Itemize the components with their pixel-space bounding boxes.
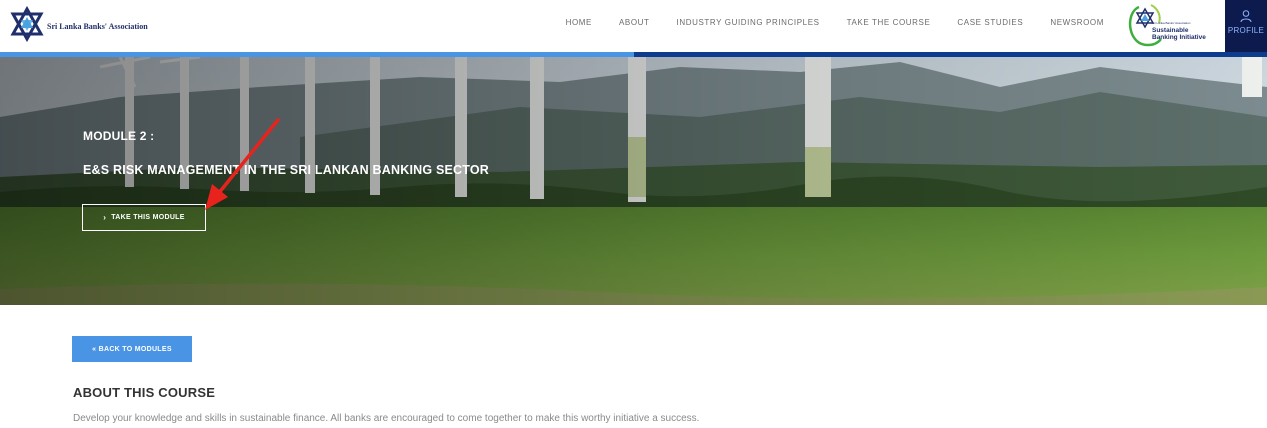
nav-about[interactable]: ABOUT <box>619 18 650 27</box>
nav-home[interactable]: HOME <box>566 18 592 27</box>
take-this-module-label: TAKE THIS MODULE <box>111 214 185 221</box>
module-number: MODULE 2 : <box>83 129 155 143</box>
back-to-modules-button[interactable]: « BACK TO MODULES <box>72 336 192 362</box>
sbi-title: Sustainable Banking Initiative <box>1152 27 1206 41</box>
sbi-line2: Banking Initiative <box>1152 34 1206 41</box>
nav-industry-guiding-principles[interactable]: INDUSTRY GUIDING PRINCIPLES <box>677 18 820 27</box>
hero-banner: MODULE 2 : E&S RISK MANAGEMENT IN THE SR… <box>0 57 1267 305</box>
sri-lanka-banks-association-logo[interactable]: Sri Lanka Banks' Association <box>9 6 148 42</box>
star-logo-icon <box>10 6 44 42</box>
nav-newsroom[interactable]: NEWSROOM <box>1050 18 1104 27</box>
profile-button[interactable]: PROFILE <box>1225 0 1267 52</box>
take-this-module-button[interactable]: › TAKE THIS MODULE <box>82 204 206 231</box>
sbi-small-text: Sri Lanka Banks' Association <box>1152 21 1191 25</box>
profile-label: PROFILE <box>1227 26 1265 35</box>
site-header: Sri Lanka Banks' Association HOME ABOUT … <box>0 0 1267 52</box>
nav-case-studies[interactable]: CASE STUDIES <box>957 18 1023 27</box>
sbi-line1: Sustainable <box>1152 27 1189 34</box>
user-icon <box>1240 10 1252 23</box>
sustainable-banking-initiative-logo[interactable]: Sri Lanka Banks' Association Sustainable… <box>1125 3 1217 47</box>
org-name: Sri Lanka Banks' Association <box>47 21 148 31</box>
wind-farm-background-image <box>0 57 1267 305</box>
nav-take-the-course[interactable]: TAKE THE COURSE <box>847 18 931 27</box>
module-title: E&S RISK MANAGEMENT IN THE SRI LANKAN BA… <box>83 163 490 177</box>
chevron-right-icon: › <box>103 213 107 222</box>
about-course-heading: ABOUT THIS COURSE <box>73 385 216 400</box>
about-course-description: Develop your knowledge and skills in sus… <box>73 413 700 424</box>
main-nav: HOME ABOUT INDUSTRY GUIDING PRINCIPLES T… <box>539 18 1104 27</box>
